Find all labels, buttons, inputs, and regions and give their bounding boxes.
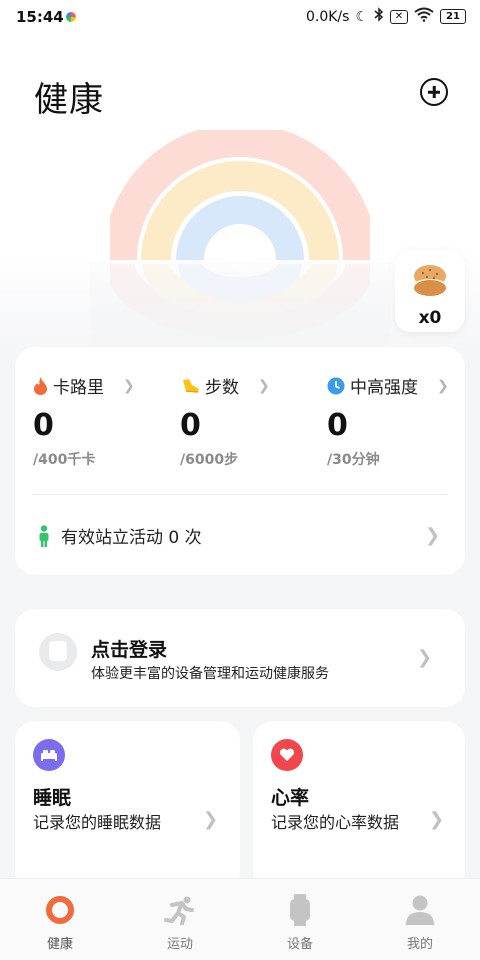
moon-icon: ☾ [355,8,368,25]
battery-icon: 21 [440,9,466,24]
status-bar: 15:44 0.0K/s ☾ ✕ 21 [0,0,480,34]
health-ring-icon [20,893,100,927]
intensity-stat[interactable]: 中高强度 ❯ 0 /30分钟 [327,373,467,469]
cookie-icon [414,265,446,296]
heart-rate-title: 心率 [271,787,310,809]
nav-exercise[interactable]: 运动 [140,893,220,952]
avatar [39,633,77,671]
sim-off-icon: ✕ [390,9,408,24]
login-title: 点击登录 [91,639,168,661]
intensity-goal: /30分钟 [327,452,380,468]
reward-count: x0 [418,308,442,328]
nav-profile[interactable]: 我的 [380,893,460,952]
nav-profile-label: 我的 [406,937,433,952]
intensity-label: 中高强度 [350,378,418,398]
chevron-right-icon: ❯ [258,377,270,394]
steps-value: 0 [180,408,201,443]
page-title: 健康 [34,80,104,120]
add-icon[interactable] [420,78,448,106]
login-card[interactable]: 点击登录 体验更丰富的设备管理和运动健康服务 ❯ [15,609,465,707]
person-icon [380,893,460,927]
flame-icon [34,376,47,395]
intensity-value: 0 [327,408,348,443]
chevron-right-icon: ❯ [417,647,433,668]
calories-goal: /400千卡 [33,452,96,468]
calories-stat[interactable]: 卡路里 ❯ 0 /400千卡 [33,373,173,469]
wifi-icon [414,7,434,26]
nav-devices-label: 设备 [286,937,313,952]
chevron-right-icon: ❯ [425,525,441,546]
sleep-title: 睡眠 [33,787,72,809]
heart-icon [271,739,303,771]
nav-health[interactable]: 健康 [20,893,100,952]
activity-stats-card: 卡路里 ❯ 0 /400千卡 步数 ❯ 0 /6000步 中高强度 ❯ 0 /3… [15,347,465,575]
chevron-right-icon: ❯ [429,809,445,830]
bed-icon [33,739,65,771]
heart-rate-subtitle: 记录您的心率数据 [271,813,400,832]
rainbow-reflection-fade [90,262,390,352]
nav-devices[interactable]: 设备 [260,893,340,952]
sleep-subtitle: 记录您的睡眠数据 [33,813,162,832]
clock-icon [327,377,345,394]
shoe-icon [183,378,199,393]
nav-health-label: 健康 [46,937,73,952]
calories-label: 卡路里 [53,378,104,398]
stand-activity-text: 有效站立活动 0 次 [61,528,202,548]
network-speed: 0.0K/s [305,8,350,25]
bottom-navigation: 健康 运动 设备 我的 [0,878,480,960]
steps-stat[interactable]: 步数 ❯ 0 /6000步 [180,373,320,469]
app-notification-icon [66,12,76,22]
standing-person-icon [39,524,49,547]
calories-value: 0 [33,408,54,443]
chevron-right-icon: ❯ [123,377,135,394]
status-icons: 0.0K/s ☾ ✕ 21 [306,7,466,26]
divider [33,494,447,495]
nav-exercise-label: 运动 [166,937,193,952]
bluetooth-icon [374,7,384,26]
chevron-right-icon: ❯ [203,809,219,830]
status-time: 15:44 [16,8,64,26]
heart-rate-card[interactable]: 心率 记录您的心率数据 ❯ [253,721,465,891]
steps-label: 步数 [205,378,239,398]
stand-activity-row[interactable]: 有效站立活动 0 次 [37,523,202,548]
chevron-right-icon: ❯ [437,377,449,394]
running-icon [140,893,220,927]
steps-goal: /6000步 [180,452,239,468]
login-subtitle: 体验更丰富的设备管理和运动健康服务 [91,666,329,682]
sleep-card[interactable]: 睡眠 记录您的睡眠数据 ❯ [15,721,240,891]
watch-icon [260,893,340,927]
reward-badge[interactable]: x0 [395,250,465,332]
